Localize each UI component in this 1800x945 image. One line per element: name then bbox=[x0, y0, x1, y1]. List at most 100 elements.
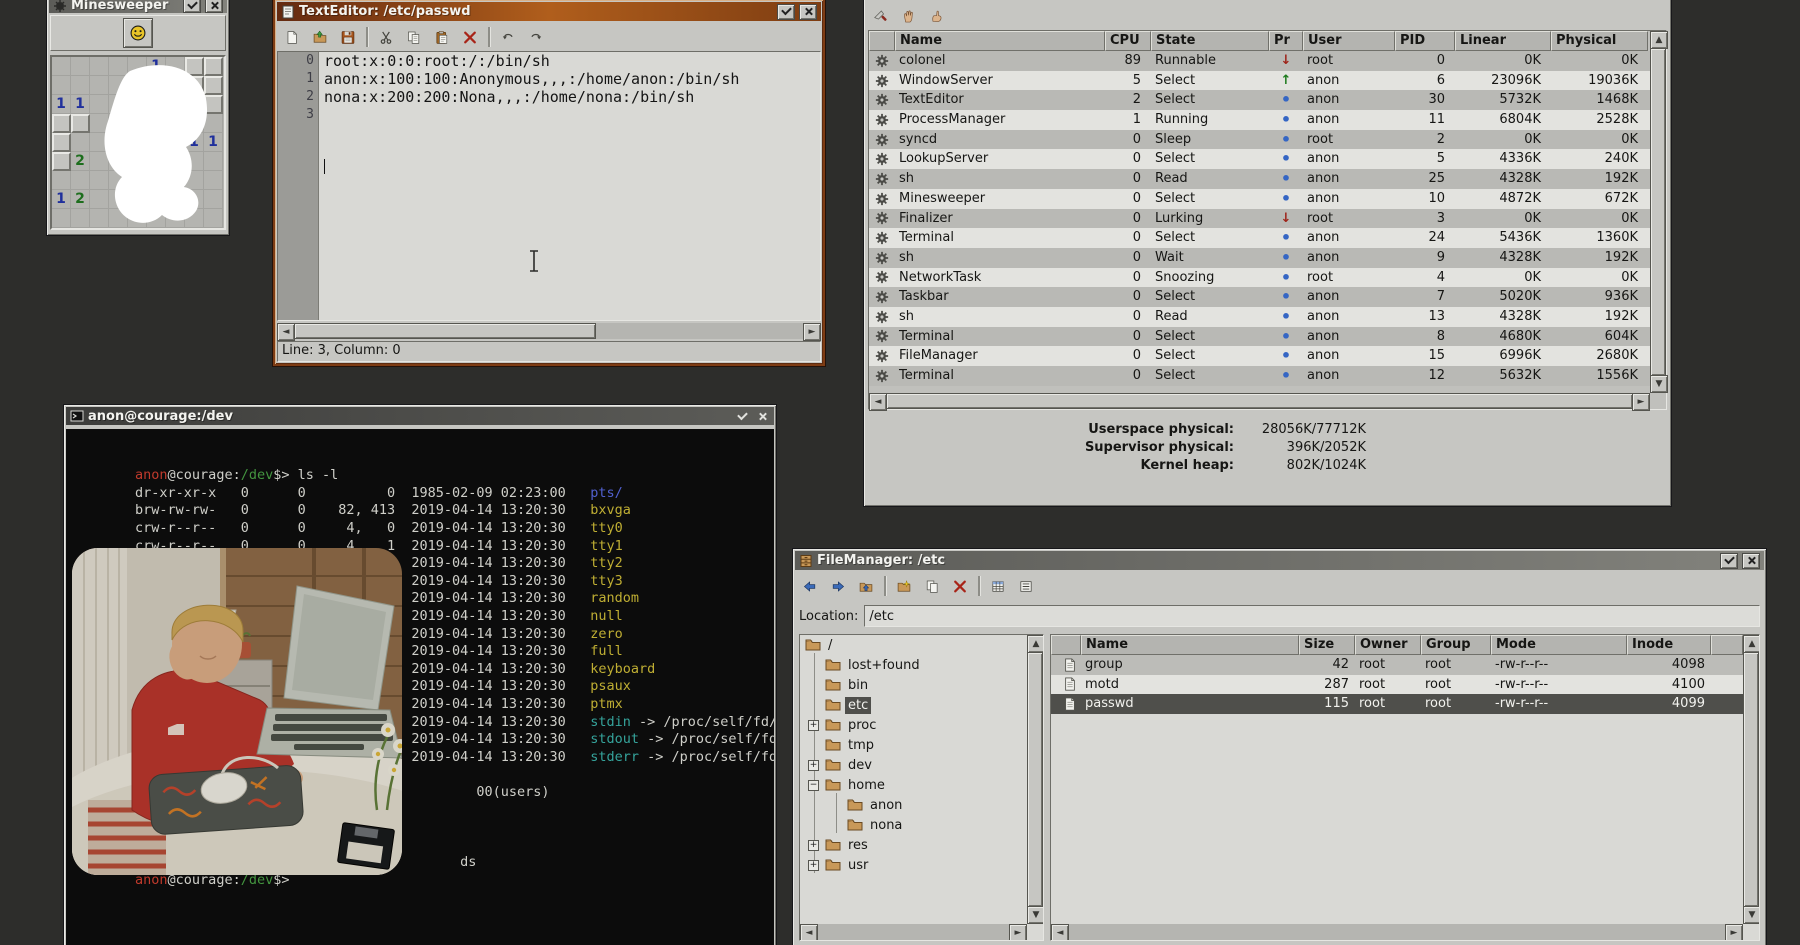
smiley-face-button[interactable] bbox=[123, 18, 153, 48]
back-button[interactable] bbox=[797, 574, 823, 598]
scrollbar-thumb[interactable] bbox=[1027, 652, 1043, 907]
copy-button[interactable] bbox=[919, 574, 945, 598]
tree-expander-icon[interactable] bbox=[808, 840, 819, 851]
tree-expander-icon[interactable] bbox=[808, 760, 819, 771]
scroll-left-icon[interactable] bbox=[869, 393, 887, 411]
mine-cell[interactable] bbox=[52, 133, 71, 152]
copy-button[interactable] bbox=[401, 25, 427, 49]
column-header-pr[interactable]: Pr bbox=[1269, 31, 1303, 51]
scrollbar-thumb[interactable] bbox=[294, 323, 596, 339]
minimize-button[interactable] bbox=[734, 409, 750, 423]
process-row[interactable]: sh 0 Read anon 13 4328K 192K bbox=[869, 307, 1650, 327]
column-header-user[interactable]: User bbox=[1303, 31, 1395, 51]
kill-process-button[interactable] bbox=[868, 4, 894, 28]
column-header-cpu[interactable]: CPU bbox=[1105, 31, 1151, 51]
directory-tree-pane[interactable]: / lost+found bin etc bbox=[799, 634, 1044, 941]
scroll-left-icon[interactable] bbox=[1051, 924, 1069, 941]
tree-item[interactable]: bin bbox=[800, 675, 1027, 695]
process-row[interactable]: Finalizer 0 Lurking root 3 0K 0K bbox=[869, 209, 1650, 229]
tree-expander-icon[interactable] bbox=[808, 860, 819, 871]
column-header-physical[interactable]: Physical bbox=[1551, 31, 1648, 51]
tree-item[interactable]: proc bbox=[800, 715, 1027, 735]
file-row[interactable]: passwd 115 root root -rw-r--r-- 4099 bbox=[1051, 694, 1743, 714]
close-button[interactable] bbox=[1742, 553, 1760, 569]
scroll-left-icon[interactable] bbox=[800, 924, 818, 941]
tree-item[interactable]: lost+found bbox=[800, 655, 1027, 675]
tree-horizontal-scrollbar[interactable] bbox=[800, 924, 1027, 940]
continue-process-button[interactable] bbox=[924, 4, 950, 28]
process-row[interactable]: Taskbar 0 Select anon 7 5020K 936K bbox=[869, 287, 1650, 307]
minimize-button[interactable] bbox=[183, 0, 201, 13]
parent-directory-button[interactable] bbox=[853, 574, 879, 598]
text-editor-titlebar[interactable]: TextEditor: /etc/passwd bbox=[277, 2, 821, 21]
process-row[interactable]: TextEditor 2 Select anon 30 5732K 1468K bbox=[869, 90, 1650, 110]
column-header-owner[interactable]: Owner bbox=[1355, 635, 1421, 655]
mine-cell[interactable]: 1 bbox=[52, 190, 71, 209]
tree-item[interactable]: etc bbox=[800, 695, 1027, 715]
scroll-down-icon[interactable] bbox=[1650, 375, 1668, 393]
process-row[interactable]: Terminal 0 Select anon 8 4680K 604K bbox=[869, 327, 1650, 347]
file-list-pane[interactable]: Name Size Owner Group Mode Inode group 4… bbox=[1050, 634, 1760, 941]
file-row[interactable]: group 42 root root -rw-r--r-- 4098 bbox=[1051, 655, 1743, 675]
scroll-up-icon[interactable] bbox=[1027, 635, 1044, 653]
column-header-group[interactable]: Group bbox=[1421, 635, 1491, 655]
close-button[interactable] bbox=[799, 4, 817, 20]
column-header-pid[interactable]: PID bbox=[1395, 31, 1455, 51]
mine-cell[interactable] bbox=[52, 76, 71, 95]
location-input[interactable] bbox=[864, 605, 1760, 627]
tree-item[interactable]: home bbox=[800, 775, 1027, 795]
process-row[interactable]: Minesweeper 0 Select anon 10 4872K 672K bbox=[869, 189, 1650, 209]
process-row[interactable]: sh 0 Wait anon 9 4328K 192K bbox=[869, 248, 1650, 268]
scroll-down-icon[interactable] bbox=[1743, 906, 1760, 924]
scrollbar-thumb[interactable] bbox=[886, 393, 1633, 409]
scroll-down-icon[interactable] bbox=[1027, 906, 1044, 924]
scroll-right-icon[interactable] bbox=[1009, 924, 1027, 941]
tree-item[interactable]: res bbox=[800, 835, 1027, 855]
delete-button[interactable] bbox=[947, 574, 973, 598]
process-row[interactable]: Terminal 0 Select anon 12 5632K 1556K bbox=[869, 366, 1650, 386]
minimize-button[interactable] bbox=[1720, 553, 1738, 569]
tree-expander-icon[interactable] bbox=[808, 780, 819, 791]
scroll-left-icon[interactable] bbox=[277, 323, 295, 341]
file-manager-titlebar[interactable]: FileManager: /etc bbox=[795, 551, 1764, 570]
scroll-right-icon[interactable] bbox=[1632, 393, 1650, 411]
minimize-button[interactable] bbox=[777, 4, 795, 20]
file-row[interactable]: motd 287 root root -rw-r--r-- 4100 bbox=[1051, 675, 1743, 695]
mine-cell[interactable] bbox=[52, 152, 71, 171]
tree-item[interactable]: nona bbox=[800, 815, 1027, 835]
stop-process-button[interactable] bbox=[896, 4, 922, 28]
process-row[interactable]: FileManager 0 Select anon 15 6996K 2680K bbox=[869, 346, 1650, 366]
process-horizontal-scrollbar[interactable] bbox=[869, 393, 1650, 409]
process-row[interactable]: WindowServer 5 Select anon 6 23096K 1903… bbox=[869, 71, 1650, 91]
mine-cell[interactable] bbox=[52, 209, 71, 228]
list-view-button[interactable] bbox=[1013, 574, 1039, 598]
files-vertical-scrollbar[interactable] bbox=[1743, 635, 1759, 924]
column-header-state[interactable]: State bbox=[1151, 31, 1269, 51]
mine-cell[interactable] bbox=[52, 171, 71, 190]
close-button[interactable] bbox=[754, 409, 770, 423]
save-file-button[interactable] bbox=[335, 25, 361, 49]
tree-item[interactable]: / bbox=[800, 635, 1027, 655]
process-vertical-scrollbar[interactable] bbox=[1650, 31, 1666, 393]
close-button[interactable] bbox=[205, 0, 223, 13]
cut-button[interactable] bbox=[373, 25, 399, 49]
tree-vertical-scrollbar[interactable] bbox=[1027, 635, 1043, 924]
scroll-up-icon[interactable] bbox=[1743, 635, 1760, 653]
terminal-titlebar[interactable]: anon@courage:/dev bbox=[66, 407, 774, 425]
process-row[interactable]: colonel 89 Runnable root 0 0K 0K bbox=[869, 51, 1650, 71]
tree-item[interactable]: dev bbox=[800, 755, 1027, 775]
tree-item[interactable]: anon bbox=[800, 795, 1027, 815]
undo-button[interactable] bbox=[495, 25, 521, 49]
scroll-right-icon[interactable] bbox=[1725, 924, 1743, 941]
column-header-mode[interactable]: Mode bbox=[1491, 635, 1627, 655]
column-header-size[interactable]: Size bbox=[1299, 635, 1355, 655]
delete-button[interactable] bbox=[457, 25, 483, 49]
minesweeper-titlebar[interactable]: Minesweeper bbox=[49, 0, 227, 13]
redo-button[interactable] bbox=[523, 25, 549, 49]
editor-horizontal-scrollbar[interactable] bbox=[277, 323, 821, 339]
new-file-button[interactable] bbox=[279, 25, 305, 49]
open-file-button[interactable] bbox=[307, 25, 333, 49]
process-row[interactable]: LookupServer 0 Select anon 5 4336K 240K bbox=[869, 149, 1650, 169]
paste-button[interactable] bbox=[429, 25, 455, 49]
scroll-up-icon[interactable] bbox=[1650, 31, 1668, 49]
